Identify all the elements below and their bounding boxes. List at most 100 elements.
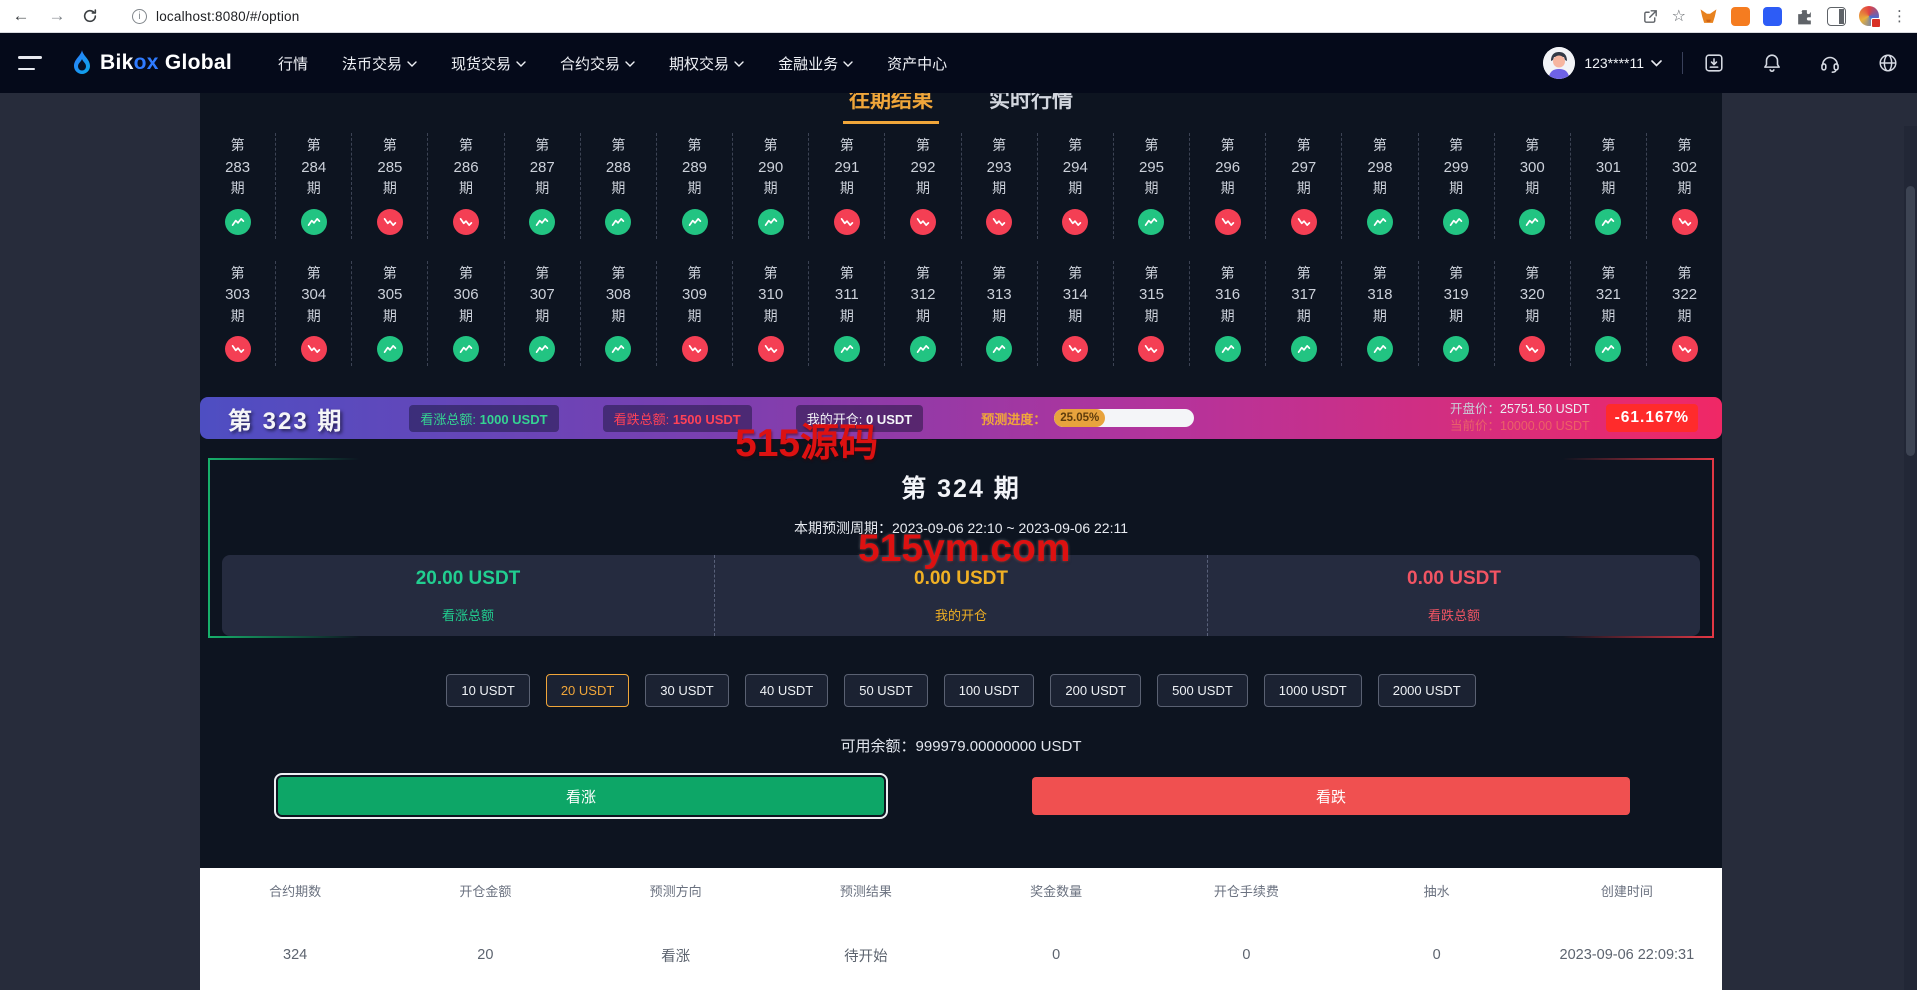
browser-profile-avatar[interactable] [1859, 6, 1879, 26]
bookmark-star-icon[interactable]: ☆ [1672, 6, 1686, 26]
side-panel-icon[interactable] [1827, 7, 1846, 26]
result-up-icon [1519, 209, 1545, 235]
period-cell-314[interactable]: 第314期 [1038, 261, 1114, 367]
period-cell-300[interactable]: 第300期 [1495, 133, 1571, 239]
extension-icon-blue[interactable] [1763, 7, 1782, 26]
nav-item-spot-trade[interactable]: 现货交易 [451, 53, 526, 74]
period-cell-318[interactable]: 第318期 [1342, 261, 1418, 367]
nav-item-contract-trade[interactable]: 合约交易 [560, 53, 635, 74]
nav-item-assets[interactable]: 资产中心 [887, 53, 947, 74]
nav-item-option-trade[interactable]: 期权交易 [669, 53, 744, 74]
period-cell-292[interactable]: 第292期 [885, 133, 961, 239]
period-cell-303[interactable]: 第303期 [200, 261, 276, 367]
page-scrollbar[interactable] [1904, 126, 1917, 990]
divider [1682, 52, 1683, 74]
back-icon[interactable]: ← [10, 6, 32, 26]
period-cell-308[interactable]: 第308期 [581, 261, 657, 367]
amount-button-100-usdt[interactable]: 100 USDT [944, 674, 1035, 707]
nav-item-market[interactable]: 行情 [278, 53, 308, 74]
period-cell-295[interactable]: 第295期 [1114, 133, 1190, 239]
tab-past-results[interactable]: 往期结果 [843, 93, 939, 124]
bell-icon[interactable] [1761, 52, 1783, 74]
url-bar[interactable]: i localhost:8080/#/option [118, 9, 1628, 24]
period-cell-301[interactable]: 第301期 [1571, 133, 1647, 239]
amount-button-2000-usdt[interactable]: 2000 USDT [1378, 674, 1476, 707]
period-cell-322[interactable]: 第322期 [1647, 261, 1722, 367]
forward-icon[interactable]: → [46, 6, 68, 26]
trend-up-icon [1599, 340, 1617, 358]
result-down-icon [1138, 336, 1164, 362]
period-cell-293[interactable]: 第293期 [962, 133, 1038, 239]
period-cell-319[interactable]: 第319期 [1419, 261, 1495, 367]
amount-button-20-usdt[interactable]: 20 USDT [546, 674, 629, 707]
amount-button-10-usdt[interactable]: 10 USDT [446, 674, 529, 707]
period-cell-284[interactable]: 第284期 [276, 133, 352, 239]
download-app-icon[interactable] [1703, 52, 1725, 74]
period-cell-288[interactable]: 第288期 [581, 133, 657, 239]
period-cell-283[interactable]: 第283期 [200, 133, 276, 239]
share-icon[interactable] [1642, 8, 1659, 25]
amount-button-30-usdt[interactable]: 30 USDT [645, 674, 728, 707]
period-cell-287[interactable]: 第287期 [505, 133, 581, 239]
period-cell-316[interactable]: 第316期 [1190, 261, 1266, 367]
period-cell-305[interactable]: 第305期 [352, 261, 428, 367]
period-cell-312[interactable]: 第312期 [885, 261, 961, 367]
buy-down-button[interactable]: 看跌 [1032, 777, 1630, 815]
period-cell-298[interactable]: 第298期 [1342, 133, 1418, 239]
refresh-icon[interactable] [82, 8, 104, 24]
period-cell-296[interactable]: 第296期 [1190, 133, 1266, 239]
metamask-extension-icon[interactable] [1699, 7, 1718, 26]
period-cell-315[interactable]: 第315期 [1114, 261, 1190, 367]
period-cell-317[interactable]: 第317期 [1266, 261, 1342, 367]
chevron-down-icon[interactable] [1651, 60, 1662, 67]
buy-up-button[interactable]: 看涨 [278, 777, 884, 815]
trend-up-icon [381, 340, 399, 358]
period-cell-320[interactable]: 第320期 [1495, 261, 1571, 367]
extension-icon-orange[interactable] [1731, 7, 1750, 26]
username[interactable]: 123****11 [1584, 55, 1644, 71]
period-cell-302[interactable]: 第302期 [1647, 133, 1722, 239]
period-cell-294[interactable]: 第294期 [1038, 133, 1114, 239]
extensions-puzzle-icon[interactable] [1795, 7, 1814, 26]
table-cell: 看涨 [581, 945, 771, 966]
period-cell-304[interactable]: 第304期 [276, 261, 352, 367]
period-cell-299[interactable]: 第299期 [1419, 133, 1495, 239]
period-cell-306[interactable]: 第306期 [428, 261, 504, 367]
result-up-icon [1138, 209, 1164, 235]
nav-item-finance[interactable]: 金融业务 [778, 53, 853, 74]
support-headset-icon[interactable] [1819, 52, 1841, 74]
amount-button-1000-usdt[interactable]: 1000 USDT [1264, 674, 1362, 707]
stats-box: 20.00 USDT看涨总额 0.00 USDT我的开仓 0.00 USDT看跌… [222, 555, 1700, 636]
period-cell-313[interactable]: 第313期 [962, 261, 1038, 367]
result-down-icon [1062, 209, 1088, 235]
period-cell-289[interactable]: 第289期 [657, 133, 733, 239]
period-cell-285[interactable]: 第285期 [352, 133, 428, 239]
browser-menu-icon[interactable]: ⋮ [1892, 7, 1907, 25]
result-up-icon [529, 209, 555, 235]
amount-button-500-usdt[interactable]: 500 USDT [1157, 674, 1248, 707]
period-cell-321[interactable]: 第321期 [1571, 261, 1647, 367]
trend-up-icon [457, 340, 475, 358]
amount-button-50-usdt[interactable]: 50 USDT [844, 674, 927, 707]
scrollbar-thumb[interactable] [1906, 186, 1915, 456]
amount-button-40-usdt[interactable]: 40 USDT [745, 674, 828, 707]
period-cell-286[interactable]: 第286期 [428, 133, 504, 239]
period-cell-297[interactable]: 第297期 [1266, 133, 1342, 239]
period-cell-311[interactable]: 第311期 [809, 261, 885, 367]
total-up-pill: 看涨总额: 1000 USDT [409, 405, 558, 432]
period-cell-310[interactable]: 第310期 [733, 261, 809, 367]
period-cell-309[interactable]: 第309期 [657, 261, 733, 367]
tab-realtime-market[interactable]: 实时行情 [983, 93, 1079, 124]
user-avatar[interactable] [1543, 47, 1575, 79]
amount-button-200-usdt[interactable]: 200 USDT [1050, 674, 1141, 707]
period-cell-291[interactable]: 第291期 [809, 133, 885, 239]
page-background: 往期结果 实时行情 第283期第284期第285期第286期第287期第288期… [0, 93, 1917, 990]
hamburger-menu-icon[interactable] [18, 56, 42, 70]
period-cell-307[interactable]: 第307期 [505, 261, 581, 367]
site-info-icon[interactable]: i [132, 9, 147, 24]
logo[interactable]: Bikox Global [70, 49, 232, 77]
nav-item-fiat-trade[interactable]: 法币交易 [342, 53, 417, 74]
period-cell-290[interactable]: 第290期 [733, 133, 809, 239]
navbar: Bikox Global 行情法币交易现货交易合约交易期权交易金融业务资产中心 … [0, 33, 1917, 93]
language-globe-icon[interactable] [1877, 52, 1899, 74]
